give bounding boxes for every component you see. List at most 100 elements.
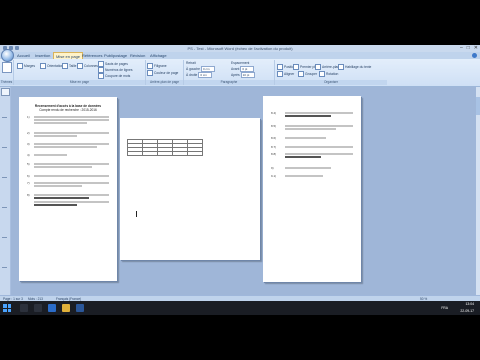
text-line <box>285 175 323 177</box>
tab-publipostage[interactable]: Publipostage <box>104 52 127 59</box>
align-icon <box>277 71 283 77</box>
text-line <box>285 153 353 155</box>
ruler-mark <box>2 177 7 178</box>
page1-subheading: Compte rendu de recherche : 2015-2016 <box>39 108 97 112</box>
tab-revision[interactable]: Révision <box>130 52 145 59</box>
rotate-button[interactable]: Rotation <box>319 71 338 77</box>
text-line <box>285 167 331 169</box>
spacing-after-input[interactable]: 10 pt <box>240 72 255 78</box>
title-bar: PS - Test - Microsoft Word (échec de l'a… <box>0 45 480 52</box>
list-item: 8.4) <box>271 111 277 115</box>
office-button[interactable] <box>1 49 14 62</box>
list-item: 8.6) <box>271 136 277 140</box>
group-paragraphe: Retrait À gauche 0 cm À droite 0 cm Espa… <box>184 60 275 85</box>
table-row <box>127 151 203 156</box>
tab-accueil[interactable]: Accueil <box>17 52 30 59</box>
group-button[interactable]: Grouper <box>298 71 317 77</box>
text-line <box>34 119 109 121</box>
scrollbar-thumb[interactable] <box>476 97 480 115</box>
text-line <box>34 146 97 148</box>
list-item: 8.8) <box>271 152 277 156</box>
columns-button[interactable]: Colonnes <box>77 63 98 69</box>
text-wrap-icon <box>338 64 344 70</box>
taskbar: FRA 13:04 22-09-17 <box>0 301 480 315</box>
spacing-label: Espacement <box>231 61 250 65</box>
group-label: Arrière-plan de page <box>146 80 183 85</box>
help-icon[interactable] <box>472 53 477 58</box>
text-line <box>34 154 67 156</box>
system-clock[interactable]: 13:04 22-09-17 <box>460 301 474 315</box>
page-3[interactable]: 8.4) 8.5) 8.6) 8.7) 8.8) 9) 9.1) <box>263 96 361 282</box>
indent-right: À droite 0 cm <box>186 72 213 78</box>
text-line <box>34 194 109 196</box>
text-line <box>34 163 109 165</box>
text-line <box>285 115 331 117</box>
group-label: Thèmes <box>0 80 13 85</box>
page-2[interactable] <box>120 118 260 260</box>
margins-icon <box>17 63 23 69</box>
themes-icon[interactable] <box>2 62 12 73</box>
group-label: Mise en page <box>14 80 145 85</box>
send-back-button[interactable]: Arrière-plan <box>315 64 339 70</box>
rotate-icon <box>319 71 325 77</box>
list-item: 6) <box>27 174 30 178</box>
size-icon <box>62 63 68 69</box>
tab-references[interactable]: Références <box>82 52 102 59</box>
text-line <box>285 125 353 127</box>
group-themes: Thèmes <box>0 60 14 85</box>
text-line <box>34 175 109 177</box>
spacing-after: Après 10 pt <box>231 72 255 78</box>
word-icon[interactable] <box>76 304 84 312</box>
group-label: Paragraphe <box>184 80 274 85</box>
vertical-scrollbar[interactable] <box>476 87 480 295</box>
text-line <box>285 128 336 130</box>
text-line <box>34 204 77 206</box>
indent-right-input[interactable]: 0 cm <box>198 72 213 78</box>
ruler-mark <box>2 207 7 208</box>
text-line <box>34 197 89 199</box>
minimize-button[interactable]: – <box>460 45 463 52</box>
windows-start-icon[interactable] <box>3 304 11 312</box>
file-explorer-icon[interactable] <box>62 304 70 312</box>
text-line <box>285 112 353 114</box>
tab-mise-en-page[interactable]: Mise en page <box>53 52 84 59</box>
table-cell <box>142 151 158 156</box>
text-line <box>285 137 326 139</box>
text-wrap-button[interactable]: Habillage du texte <box>338 64 371 70</box>
search-icon[interactable] <box>20 304 28 312</box>
group-mise-en-page: Marges Orientation Taille Colonnes Sauts… <box>14 60 146 85</box>
tab-insertion[interactable]: Insertion <box>35 52 50 59</box>
text-line <box>34 116 109 118</box>
columns-icon <box>77 63 83 69</box>
watermark-button[interactable]: Filigrane <box>147 63 167 69</box>
watermark-icon <box>147 63 153 69</box>
text-line <box>34 122 87 124</box>
size-button[interactable]: Taille <box>62 63 77 69</box>
list-item: 5) <box>27 162 30 166</box>
page-color-button[interactable]: Couleur de page <box>147 70 178 76</box>
send-back-icon <box>315 64 321 70</box>
text-line <box>34 185 82 187</box>
hyphenation-button[interactable]: Coupure de mots <box>98 73 130 79</box>
ruler-toggle-icon[interactable] <box>1 88 10 96</box>
table-cell <box>187 151 203 156</box>
list-item: 9) <box>271 166 274 170</box>
position-icon <box>277 64 283 70</box>
window-controls: – □ ✕ <box>460 45 478 52</box>
text-line <box>34 201 109 203</box>
page-1[interactable]: Recensement d'accès à la base de données… <box>19 97 117 281</box>
close-button[interactable]: ✕ <box>474 45 478 52</box>
ruler-mark <box>2 267 7 268</box>
orientation-button[interactable]: Orientation <box>40 63 63 69</box>
group-arriere-plan: Filigrane Couleur de page Arrière-plan d… <box>146 60 184 85</box>
language-indicator[interactable]: FRA <box>441 301 448 315</box>
maximize-button[interactable]: □ <box>467 45 470 52</box>
task-view-icon[interactable] <box>34 304 42 312</box>
hyphenation-icon <box>98 73 104 79</box>
tab-affichage[interactable]: Affichage <box>150 52 167 59</box>
browser-icon[interactable] <box>48 304 56 312</box>
indent-label: Retrait <box>186 61 196 65</box>
margins-button[interactable]: Marges <box>17 63 35 69</box>
ruler-mark <box>2 237 7 238</box>
align-button[interactable]: Aligner <box>277 71 294 77</box>
